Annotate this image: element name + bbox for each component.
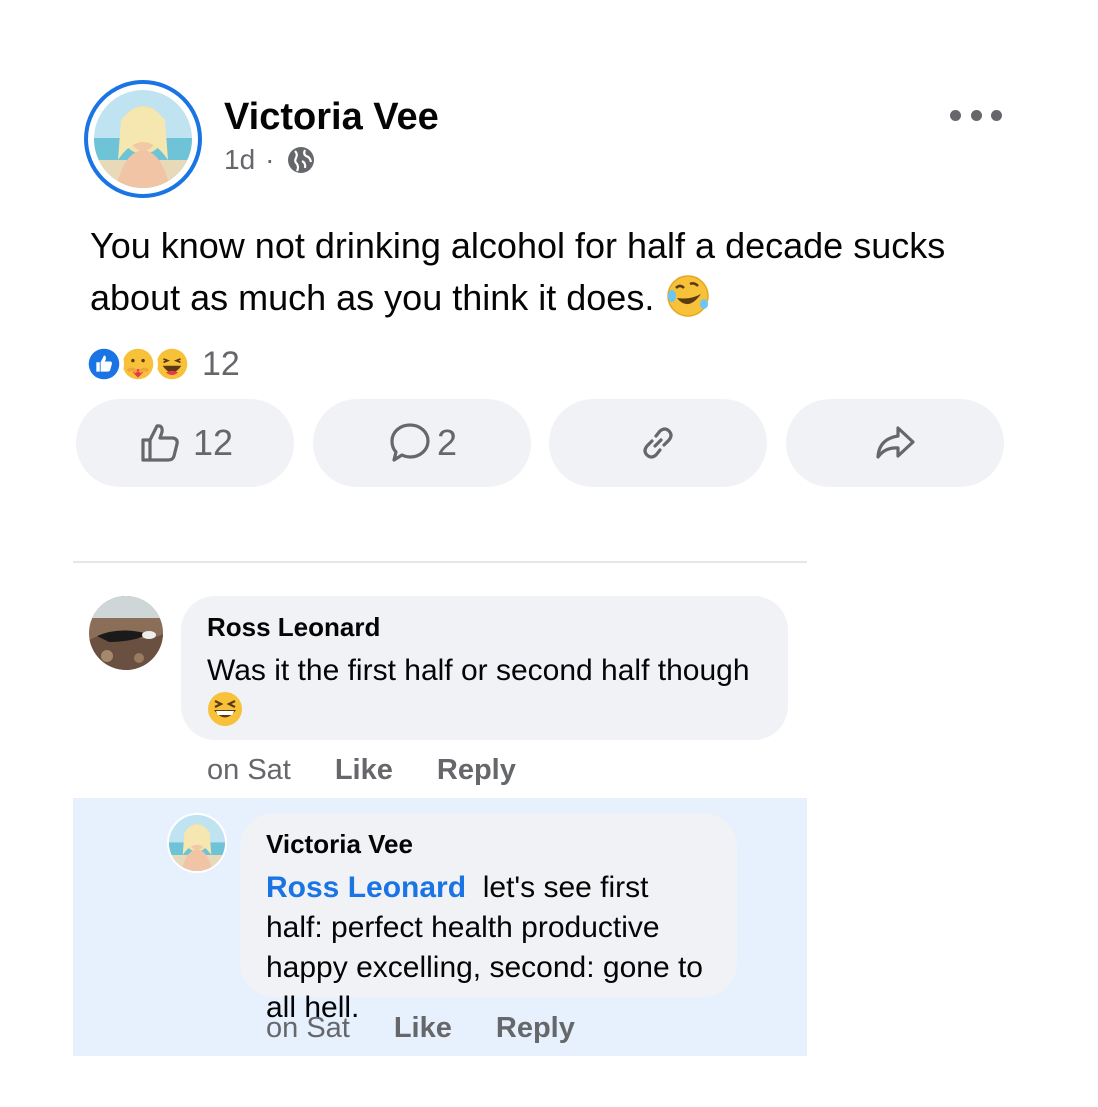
copy-link-button[interactable]	[549, 399, 767, 487]
post-time[interactable]: 1d	[224, 144, 255, 176]
like-button[interactable]: 12	[76, 399, 294, 487]
comment-text-content: Was it the first half or second half tho…	[207, 654, 750, 687]
reply-time[interactable]: on Sat	[266, 1012, 350, 1045]
avatar-photo	[94, 90, 192, 188]
reply-actions: on Sat Like Reply	[266, 1012, 619, 1045]
reactions-summary[interactable]: 12	[84, 344, 240, 384]
rolling-on-floor-laughing-emoji	[667, 275, 710, 317]
comment-button[interactable]: 2	[313, 399, 531, 487]
grinning-squinting-emoji	[208, 692, 242, 726]
post-author-name[interactable]: Victoria Vee	[224, 96, 439, 139]
reply-bubble[interactable]: Victoria Vee Ross Leonard let's see firs…	[240, 813, 737, 1024]
reply-mention-link[interactable]: Ross Leonard	[266, 871, 466, 904]
haha-reaction-icon	[152, 344, 192, 384]
reaction-count: 12	[202, 344, 240, 383]
comment-time[interactable]: on Sat	[207, 754, 291, 787]
comment-author-avatar[interactable]	[89, 596, 163, 670]
comment-actions: on Sat Like Reply	[207, 754, 560, 787]
post-body: You know not drinking alcohol for half a…	[90, 220, 990, 324]
post-text: You know not drinking alcohol for half a…	[90, 225, 946, 318]
comment-like-button[interactable]: Like	[335, 754, 393, 787]
reply-reply-button[interactable]: Reply	[496, 1012, 575, 1045]
comment-icon	[390, 423, 430, 462]
globe-icon	[288, 147, 315, 173]
reply-like-button[interactable]: Like	[394, 1012, 452, 1045]
like-count: 12	[192, 422, 234, 463]
more-dot-icon	[970, 109, 982, 121]
more-dot-icon	[950, 109, 961, 121]
link-icon	[643, 427, 673, 459]
post-author-avatar[interactable]	[84, 80, 202, 198]
comment-count: 2	[436, 422, 458, 463]
reply-author-name[interactable]: Victoria Vee	[266, 829, 711, 860]
post-meta: 1d ·	[224, 144, 316, 176]
comment-reply-button[interactable]: Reply	[437, 754, 516, 787]
comment-text: Was it the first half or second half tho…	[207, 651, 762, 732]
share-icon	[876, 426, 915, 459]
more-options-button[interactable]	[950, 100, 1002, 130]
reply-author-avatar[interactable]	[167, 813, 227, 873]
care-reaction-icon	[118, 344, 158, 384]
comment-author-name[interactable]: Ross Leonard	[207, 612, 762, 643]
reply-text: Ross Leonard let's see first half: perfe…	[266, 868, 711, 1028]
like-reaction-icon	[84, 344, 124, 384]
more-dot-icon	[991, 109, 1002, 121]
meta-separator: ·	[265, 144, 275, 175]
thumbs-up-icon	[141, 424, 179, 462]
share-button[interactable]	[786, 399, 1004, 487]
comments-divider	[73, 561, 807, 563]
comment-bubble[interactable]: Ross Leonard Was it the first half or se…	[181, 596, 788, 740]
